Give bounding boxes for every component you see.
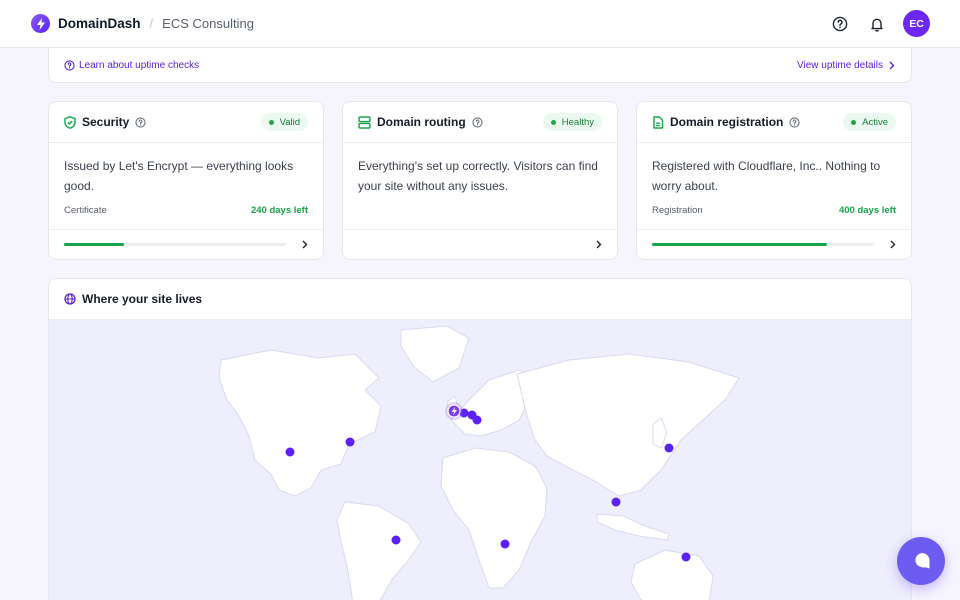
progress-fill (64, 243, 124, 246)
card-footer (637, 230, 911, 259)
north-america-shape (218, 349, 382, 497)
help-circle-icon[interactable] (789, 116, 800, 128)
breadcrumb-separator: / (149, 16, 154, 31)
domain-routing-card[interactable]: Domain routing Healthy Everything's set … (342, 101, 618, 260)
server-icon (358, 115, 371, 129)
card-description: Issued by Let's Encrypt — everything loo… (64, 159, 294, 193)
progress-bar (652, 243, 874, 246)
card-footer (49, 230, 323, 259)
domain-registration-card[interactable]: Domain registration Active Registered wi… (636, 101, 912, 260)
bolt-icon[interactable] (31, 14, 50, 33)
learn-uptime-label: Learn about uptime checks (79, 59, 200, 71)
location-dot[interactable] (345, 437, 355, 447)
status-badge: Active (843, 113, 896, 131)
organization-name[interactable]: ECS Consulting (162, 16, 254, 31)
indonesia-shape (596, 513, 670, 541)
user-avatar[interactable]: EC (903, 10, 930, 37)
location-dot[interactable] (472, 415, 482, 425)
location-dot[interactable] (664, 443, 674, 453)
card-header: Domain routing Healthy (343, 102, 617, 143)
location-dot[interactable] (681, 552, 691, 562)
chevron-right-icon[interactable] (596, 240, 602, 249)
world-map[interactable] (49, 320, 911, 600)
greenland-shape (400, 325, 470, 383)
card-header: Domain registration Active (637, 102, 911, 143)
location-dot[interactable] (500, 539, 510, 549)
card-meta: Registration 400 days left (652, 205, 896, 216)
progress-fill (652, 243, 828, 246)
card-title: Domain routing (377, 115, 466, 129)
asia-shape (516, 353, 740, 497)
location-dot[interactable] (285, 447, 295, 457)
continents (218, 325, 740, 600)
status-label: Valid (279, 116, 300, 128)
document-icon (653, 115, 664, 129)
help-circle-icon[interactable] (829, 13, 851, 35)
status-label: Healthy (561, 116, 594, 128)
globe-icon (64, 293, 76, 305)
help-circle-icon (64, 59, 75, 71)
card-body: Registered with Cloudflare, Inc.. Nothin… (637, 143, 911, 230)
card-title: Domain registration (670, 115, 784, 129)
bell-icon[interactable] (866, 13, 888, 35)
location-dot[interactable] (611, 497, 621, 507)
location-dot[interactable] (391, 535, 401, 545)
card-meta: Certificate 240 days left (64, 205, 308, 216)
status-label: Active (862, 116, 888, 128)
world-map-svg (218, 325, 740, 600)
meta-value: 400 days left (838, 205, 896, 216)
progress-bar (64, 243, 286, 246)
learn-uptime-link[interactable]: Learn about uptime checks (64, 60, 199, 71)
meta-value: 240 days left (250, 205, 308, 216)
map-title: Where your site lives (82, 292, 203, 306)
site-location-map-panel: Where your site lives (48, 278, 912, 600)
shield-check-icon (64, 115, 76, 129)
uptime-footer: Learn about uptime checks View uptime de… (48, 48, 912, 83)
security-card[interactable]: Security Valid Issued by Let's Encrypt —… (48, 101, 324, 260)
card-header: Security Valid (49, 102, 323, 143)
view-uptime-details-link[interactable]: View uptime details (797, 60, 895, 71)
primary-location-marker[interactable] (445, 402, 463, 420)
status-dot (268, 119, 274, 125)
brand-name[interactable]: DomainDash (58, 16, 141, 31)
chevron-right-icon[interactable] (302, 240, 308, 249)
status-dot (550, 119, 556, 125)
chevron-right-icon (889, 61, 895, 69)
status-badge: Healthy (542, 113, 602, 131)
africa-shape (440, 447, 548, 589)
chevron-right-icon[interactable] (890, 240, 896, 249)
help-circle-icon[interactable] (135, 116, 146, 128)
south-america-shape (336, 501, 422, 600)
status-dot (851, 119, 857, 125)
card-body: Issued by Let's Encrypt — everything loo… (49, 143, 323, 230)
header-actions: EC (814, 10, 930, 37)
card-title: Security (82, 115, 130, 129)
meta-label: Certificate (64, 205, 107, 216)
card-body: Everything's set up correctly. Visitors … (343, 143, 617, 230)
card-description: Registered with Cloudflare, Inc.. Nothin… (652, 159, 881, 193)
card-description: Everything's set up correctly. Visitors … (358, 159, 598, 193)
australia-shape (630, 549, 714, 600)
card-footer (343, 230, 617, 259)
view-uptime-label: View uptime details (797, 59, 883, 71)
chat-bubble-icon (914, 553, 929, 569)
chat-launcher-button[interactable] (897, 537, 945, 585)
status-badge: Valid (260, 113, 308, 131)
meta-label: Registration (652, 205, 703, 216)
top-bar: DomainDash / ECS Consulting EC (0, 0, 960, 48)
map-header: Where your site lives (49, 279, 911, 320)
help-circle-icon[interactable] (472, 116, 483, 128)
